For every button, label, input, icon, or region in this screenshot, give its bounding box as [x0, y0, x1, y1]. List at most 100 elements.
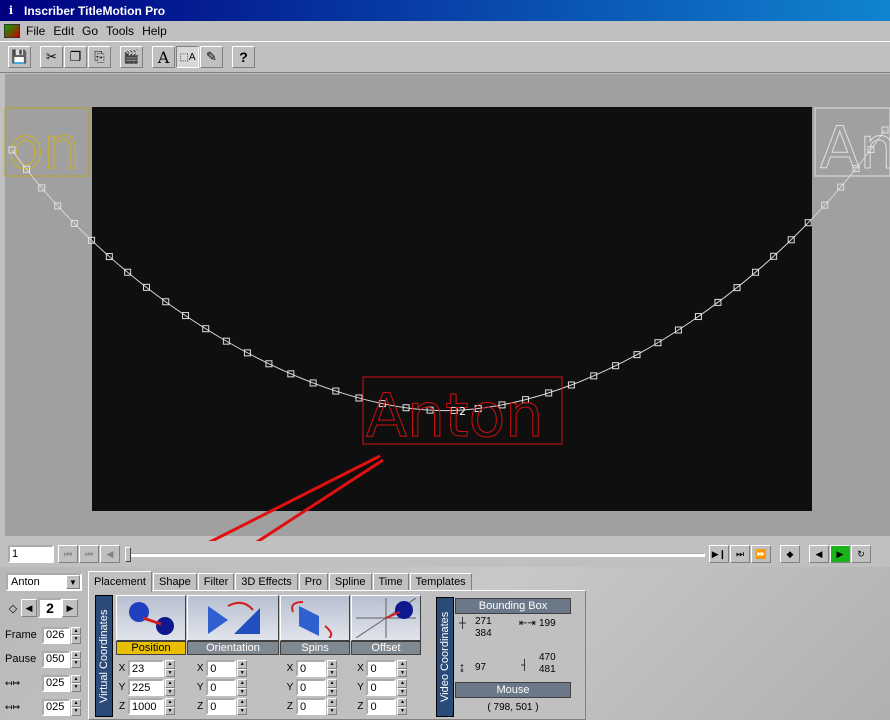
object-select-value: Anton	[11, 576, 40, 588]
position-button[interactable]	[116, 595, 186, 641]
offset-y[interactable]: 0	[366, 679, 397, 696]
loop-icon: ↻	[857, 548, 865, 559]
spins-y[interactable]: 0	[295, 679, 326, 696]
spins-z[interactable]: 0	[295, 698, 326, 715]
offset-x[interactable]: 0	[366, 660, 397, 677]
orientation-y[interactable]: 0	[206, 679, 237, 696]
offset-z-spinner[interactable]: ▲ ▼	[397, 698, 408, 715]
go-end-button[interactable]: ⏩	[751, 545, 771, 563]
z-label: Z	[357, 701, 364, 712]
add-keyframe-button[interactable]: ◆	[780, 545, 800, 563]
orientation-label[interactable]: Orientation	[187, 641, 279, 655]
prev-keyframe-button[interactable]: ◀	[21, 599, 37, 617]
timeline-slider[interactable]	[125, 545, 705, 563]
step-forward-button[interactable]: ▶❙	[709, 545, 729, 563]
current-frame-input[interactable]: 1	[8, 545, 54, 563]
ease-out-field[interactable]: 025	[42, 698, 70, 716]
next-keyframe-button[interactable]: ▶	[62, 599, 78, 617]
go-start-button[interactable]: ⏮	[58, 545, 78, 563]
step-back-button[interactable]: ◀	[100, 545, 120, 563]
corner-top-left-icon: ┼	[459, 618, 467, 629]
spins-z-spinner[interactable]: ▲ ▼	[326, 698, 337, 715]
orientation-x-spinner[interactable]: ▲ ▼	[237, 660, 248, 677]
offset-y-spinner[interactable]: ▲ ▼	[397, 679, 408, 696]
z-label: Z	[286, 701, 294, 712]
spins-y-spinner[interactable]: ▲ ▼	[326, 679, 337, 696]
position-label[interactable]: Position	[116, 641, 186, 655]
position-fields: X 23 ▲ ▼ Y 225 ▲ ▼ Z 1000 ▲ ▼	[116, 659, 185, 716]
play-reverse-button[interactable]: ◀	[809, 545, 829, 563]
spins-x-spinner[interactable]: ▲ ▼	[326, 660, 337, 677]
orientation-z[interactable]: 0	[206, 698, 237, 715]
orientation-group: Orientation	[187, 595, 279, 655]
ease-in-field[interactable]: 025	[42, 674, 70, 692]
next-key-button[interactable]: ⏭	[730, 545, 750, 563]
virtual-coordinates-label: Virtual Coordinates	[95, 595, 113, 717]
offset-label[interactable]: Offset	[351, 641, 421, 655]
keyframe-number-field[interactable]: 2	[38, 598, 62, 618]
pause-spinner[interactable]: ▲ ▼	[71, 650, 81, 668]
position-y[interactable]: 225	[128, 679, 164, 696]
chevron-down-icon[interactable]: ▼	[66, 575, 80, 589]
x-label: X	[118, 663, 126, 674]
spins-button[interactable]	[280, 595, 350, 641]
prev-key-button[interactable]: ⏮	[79, 545, 99, 563]
tab-time[interactable]: Time	[372, 573, 409, 591]
offset-button[interactable]	[351, 595, 421, 641]
frame-spinner[interactable]: ▲ ▼	[71, 626, 81, 644]
video-coordinates-label: Video Coordinates	[436, 597, 454, 717]
frame-label: Frame	[5, 629, 37, 641]
x-label: X	[286, 663, 294, 674]
spins-group: Spins	[280, 595, 350, 655]
diamond-icon: ◆	[786, 548, 794, 559]
coord-groups: Position Orientation Spins Offset X 23 ▲…	[116, 595, 421, 716]
ease-in-spinner[interactable]: ▲ ▼	[71, 674, 81, 692]
orientation-button[interactable]	[187, 595, 279, 641]
position-z-spinner[interactable]: ▲ ▼	[165, 698, 175, 715]
offset-z[interactable]: 0	[366, 698, 397, 715]
loop-button[interactable]: ↻	[851, 545, 871, 563]
left-arrow-icon: ◀	[25, 602, 33, 613]
skip-back-icon: ⏮	[63, 548, 73, 559]
path-points[interactable]	[8, 126, 889, 414]
tab-pro[interactable]: Pro	[298, 573, 328, 591]
keyframe-diamond-icon[interactable]: ◇	[5, 602, 21, 615]
orientation-z-spinner[interactable]: ▲ ▼	[237, 698, 248, 715]
tab-templates[interactable]: Templates	[409, 573, 472, 591]
position-x[interactable]: 23	[128, 660, 164, 677]
position-z[interactable]: 1000	[128, 698, 164, 715]
play-button[interactable]: ▶	[830, 545, 850, 563]
ease-out-spinner[interactable]: ▲ ▼	[71, 698, 81, 716]
keyframe-number: 2	[459, 405, 466, 418]
mouse-coordinates: ( 798, 501 )	[455, 698, 571, 716]
position-y-spinner[interactable]: ▲ ▼	[165, 679, 175, 696]
timeline-thumb[interactable]	[125, 547, 131, 562]
motion-path[interactable]	[11, 129, 886, 412]
play-icon: ▶	[836, 548, 844, 559]
pause-field[interactable]: 050	[42, 650, 70, 668]
tab-filter[interactable]: Filter	[197, 573, 235, 591]
property-tabs: Placement Shape Filter 3D Effects Pro Sp…	[88, 571, 473, 592]
prev-key-icon: ⏮	[84, 548, 94, 559]
orientation-y-spinner[interactable]: ▲ ▼	[237, 679, 248, 696]
tab-3d-effects[interactable]: 3D Effects	[235, 573, 298, 591]
tab-shape[interactable]: Shape	[152, 573, 197, 591]
z-label: Z	[197, 701, 204, 712]
position-x-spinner[interactable]: ▲ ▼	[165, 660, 175, 677]
offset-group: Offset	[351, 595, 421, 655]
offset-x-spinner[interactable]: ▲ ▼	[397, 660, 408, 677]
object-select[interactable]: Anton ▼	[6, 573, 82, 591]
tab-placement[interactable]: Placement	[88, 571, 152, 592]
bbox-height: 97	[475, 662, 487, 673]
spins-label[interactable]: Spins	[280, 641, 350, 655]
mouse-title: Mouse	[455, 682, 571, 698]
y-label: Y	[286, 682, 294, 693]
ease-in-icon: ↤↦	[5, 677, 21, 688]
tab-spline[interactable]: Spline	[328, 573, 372, 591]
position-group: Position	[116, 595, 186, 655]
frame-field[interactable]: 026	[42, 626, 70, 644]
spins-x[interactable]: 0	[295, 660, 326, 677]
orientation-x[interactable]: 0	[206, 660, 237, 677]
bbox-right: 470	[539, 652, 556, 663]
bbox-bottom: 481	[539, 664, 556, 675]
